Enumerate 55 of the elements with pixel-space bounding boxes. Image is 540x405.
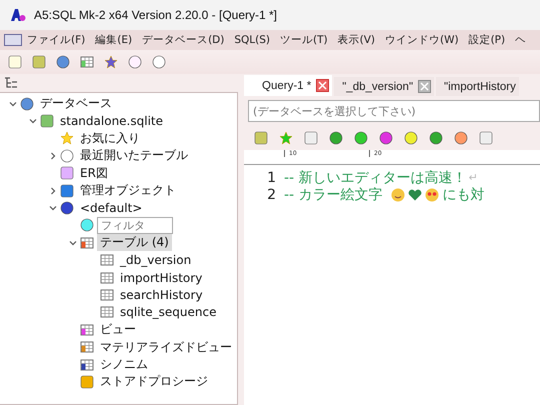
table-icon — [100, 288, 114, 302]
tree-item[interactable]: ビュー — [97, 321, 139, 338]
editor-tab[interactable]: Query-1 * — [244, 75, 332, 96]
tree-item[interactable]: テーブル (4) — [97, 234, 172, 252]
tree-item[interactable]: 管理オブジェクト — [77, 182, 179, 200]
tree-item[interactable]: searchHistory — [117, 288, 206, 302]
code-editor[interactable]: 1 -- 新しいエディターは高速！↵ 2 -- カラー絵文字 にも対 — [244, 165, 540, 405]
menu-item[interactable]: SQL(S) — [229, 34, 275, 46]
table-icon — [80, 322, 94, 337]
table-icon — [80, 340, 94, 354]
return-mark: ↵ — [468, 171, 478, 184]
tree-item[interactable]: importHistory — [117, 270, 206, 285]
code-text: にも対 — [442, 186, 485, 204]
menu-item[interactable]: ツール(T) — [274, 33, 333, 47]
menu-item[interactable]: ウインドウ(W) — [380, 33, 464, 47]
table-icon — [80, 236, 94, 250]
table-icon — [80, 55, 94, 69]
table-icon — [100, 270, 114, 285]
menu-item[interactable]: 表示(V) — [332, 33, 380, 47]
editor-tab[interactable]: "_db_version" — [334, 77, 434, 96]
close-icon[interactable] — [316, 79, 330, 92]
tree-item[interactable]: ストアドプロシージ — [97, 373, 211, 390]
table-icon — [100, 305, 114, 320]
tree-item[interactable]: sqlite_sequence — [117, 305, 220, 320]
code-text: -- カラー絵文字 — [284, 186, 383, 204]
menu-item[interactable]: データベース(D) — [137, 33, 230, 47]
menu-item[interactable]: ファイル(F) — [22, 33, 90, 47]
tree-item[interactable]: _db_version — [117, 253, 194, 268]
sphere-icon — [60, 201, 74, 216]
database-field[interactable]: (データベースを選択して下さい) — [248, 100, 540, 122]
tree-item[interactable]: ER図 — [77, 164, 111, 182]
filter-field[interactable]: フィルタ — [97, 216, 173, 234]
tree-item[interactable]: お気に入り — [77, 130, 143, 147]
tree-item[interactable]: <default> — [77, 201, 146, 216]
tree-view-icon[interactable] — [4, 77, 18, 89]
line-number: 1 — [266, 170, 277, 186]
window-title: A5:SQL Mk-2 x64 Version 2.20.0 - [Query-1 *] — [34, 8, 277, 22]
tree-item[interactable]: 最近開いたテーブル — [77, 147, 191, 164]
editor-tab[interactable]: "importHistory — [436, 77, 519, 96]
star-icon — [60, 131, 74, 146]
code-text: -- 新しいエディターは高速！ — [284, 168, 467, 186]
menu-item[interactable]: ヘ — [510, 33, 532, 47]
menu-item[interactable]: 設定(P) — [464, 33, 510, 47]
close-icon[interactable] — [418, 80, 432, 93]
tree-item[interactable]: シノニム — [97, 356, 151, 374]
app-logo-icon — [10, 8, 26, 22]
menu-item[interactable]: 編集(E) — [90, 33, 138, 47]
table-icon — [100, 253, 114, 268]
tree-item[interactable]: マテリアライズドビュー — [97, 338, 235, 356]
tree-item[interactable]: データベース — [37, 95, 115, 112]
heart-icon — [408, 188, 422, 200]
tree-item[interactable]: standalone.sqlite — [57, 114, 166, 128]
heart-eyes-face-icon — [424, 188, 439, 202]
line-number: 2 — [266, 186, 277, 202]
table-icon — [80, 358, 94, 372]
